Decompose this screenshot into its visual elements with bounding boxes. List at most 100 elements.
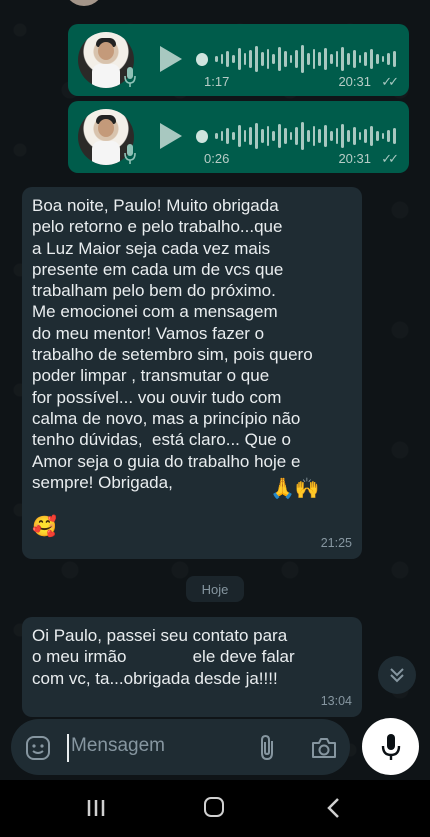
message-time: 20:31 [338,74,371,89]
play-button[interactable] [160,123,182,149]
waveform-bar [381,56,385,62]
waveform-bar [272,131,276,141]
message-line: Amor seja o guia do trabalho hoje e [32,451,301,471]
waveform-bar [387,130,391,142]
waveform-bar [249,50,253,68]
waveform-bar [341,47,345,71]
waveform-bar [249,127,253,145]
waveform-bar [306,130,310,142]
waveform-bar [226,51,230,67]
waveform-bar [370,49,373,69]
waveform-bar [255,46,258,72]
playhead[interactable] [196,129,208,143]
message-line: do meu mentor! Vamos fazer o [32,323,265,343]
emoji-icon[interactable] [25,735,51,761]
waveform-bar [347,53,350,65]
voice-message[interactable]: 1:17 20:31 ✓✓ [68,24,409,96]
waveform-bar [335,51,339,67]
waveform-bar [375,131,379,141]
incoming-message[interactable]: Boa noite, Paulo! Muito obrigada pelo ret… [22,187,362,559]
read-ticks-icon: ✓✓ [381,74,399,89]
message-line: Oi Paulo, passei seu contato para [32,626,288,645]
message-line: calma de novo, mas a princípio não [32,408,301,428]
message-line: a Luz Maior seja cada vez mais [32,238,271,258]
camera-icon[interactable] [311,736,337,760]
waveform-bar [243,53,247,65]
message-input[interactable]: Mensagem [71,735,165,757]
message-line: pelo retorno e pelo trabalho...que [32,217,283,237]
waveform-bar [381,133,385,139]
waveform-bar [272,54,276,64]
incoming-message[interactable]: Oi Paulo, passei seu contato para o meu i… [22,617,362,717]
message-time: 21:25 [320,535,352,550]
message-line: tenho dúvidas, está claro... Que o [32,430,291,450]
waveform-bar [387,53,391,65]
home-icon[interactable] [204,797,224,817]
waveform-bar [312,49,316,69]
play-button[interactable] [160,46,182,72]
waveform-bar [358,55,362,63]
message-text: Oi Paulo, passei seu contato para o meu i… [32,625,352,689]
waveform-bar [283,128,287,144]
waveform-bar [347,130,350,142]
waveform-bar [289,132,293,140]
waveform-bar [318,129,322,143]
message-line: poder limpar , transmutar o que [32,366,270,386]
message-line: Me emocionei com a mensagem [32,302,278,322]
waveform-bar [283,51,287,67]
message-time: 13:04 [320,693,352,708]
message-composer: Mensagem [11,719,350,775]
waveform-bar [312,126,316,146]
message-text: Boa noite, Paulo! Muito obrigada pelo ret… [32,195,352,493]
playhead[interactable] [196,52,208,66]
waveform-bar [358,132,362,140]
waveform-bar [214,56,218,62]
emoji-pray-raise-hands: 🙏🙌 [270,478,320,500]
microphone-icon [381,733,400,760]
microphone-icon [124,144,136,164]
waveform-bar [278,47,281,71]
back-icon[interactable] [326,797,342,819]
message-line: presente em cada um de vcs que [32,259,284,279]
message-line: trabalham pelo bem do próximo. [32,281,276,301]
waveform-bar [220,54,224,64]
waveform-bar [341,124,345,148]
message-time: 20:31 [338,151,371,166]
waveform-bar [352,50,356,68]
read-ticks-icon: ✓✓ [381,151,399,166]
waveform-bar [243,130,247,142]
paperclip-icon[interactable] [255,734,279,762]
waveform-bar [255,123,258,149]
voice-duration: 0:26 [204,151,230,166]
waveform-bar [335,128,339,144]
waveform-bar [289,55,293,63]
microphone-icon [124,67,136,87]
waveform-bar [318,52,322,66]
waveform-bar [375,54,379,64]
waveform-bar [370,126,373,146]
waveform-bar [364,52,368,66]
message-line: o meu irmão ele deve falar [32,647,295,667]
waveform-bar [232,132,235,140]
waveform-bar [226,128,230,144]
waveform-bar [266,49,270,69]
record-voice-button[interactable] [362,718,419,775]
chevron-double-down-icon [390,668,404,683]
waveform-bar [237,125,241,147]
waveform[interactable] [196,119,396,153]
waveform-bar [278,124,281,148]
voice-duration: 1:17 [204,74,230,89]
message-line: trabalho de setembro sim, pois quero [32,345,313,365]
waveform[interactable] [196,42,396,76]
waveform-bar [329,131,333,141]
waveform-bar [393,51,396,67]
waveform-bar [214,133,218,139]
waveform-bar [295,127,299,145]
date-separator: Hoje [186,576,244,602]
waveform-bar [220,131,224,141]
emoji-smiling-face: 🥰 [32,516,57,538]
text-cursor [67,734,69,762]
voice-message[interactable]: 0:26 20:31 ✓✓ [68,101,409,173]
scroll-to-bottom-button[interactable] [378,656,416,694]
recent-apps-icon[interactable] [86,798,106,818]
